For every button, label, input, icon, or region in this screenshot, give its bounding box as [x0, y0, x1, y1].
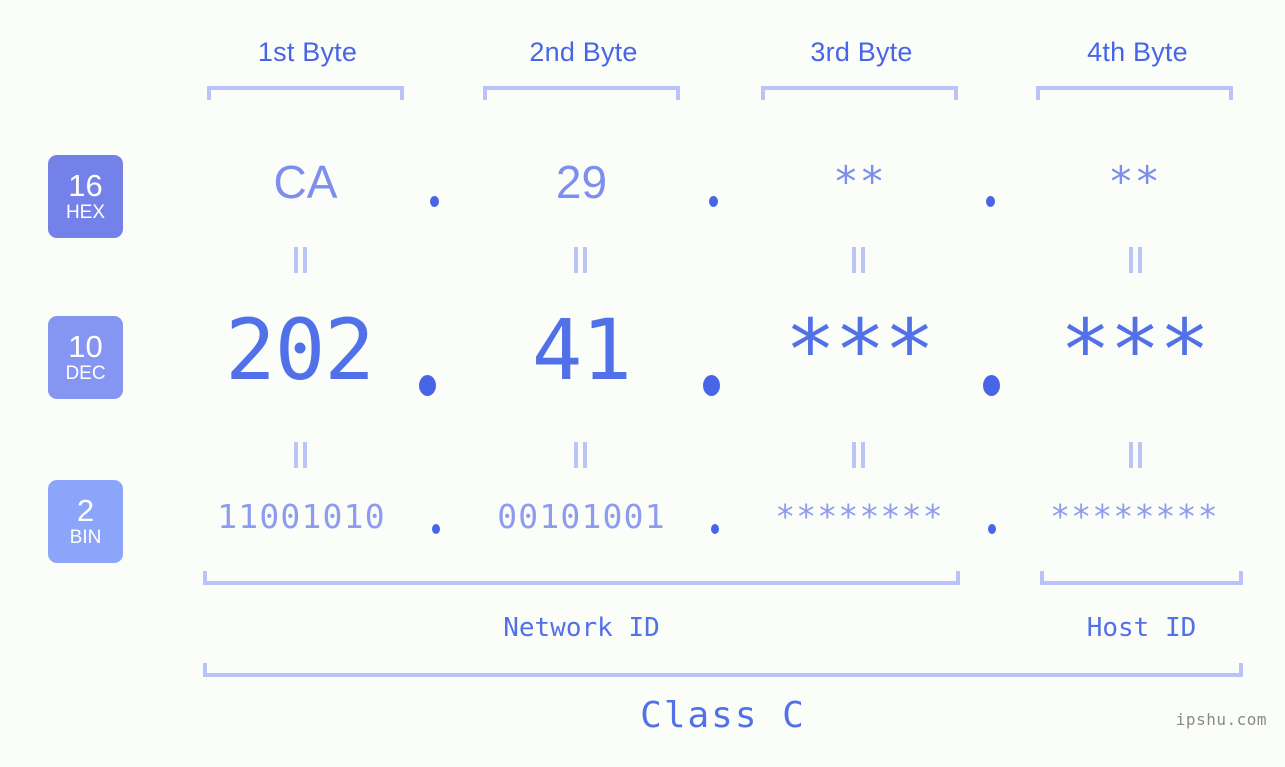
byte-header-1: 1st Byte [257, 37, 358, 67]
bin-byte-3: ******** [775, 497, 944, 536]
byte-bracket-1 [207, 86, 404, 100]
hex-byte-2: 29 [555, 156, 608, 208]
equals-mark-dec-bin-4 [1128, 442, 1144, 468]
base-badge-bin: 2 BIN [48, 480, 123, 563]
base-badge-hex-label: HEX [65, 202, 106, 223]
byte-header-2: 2nd Byte [529, 37, 638, 67]
equals-mark-hex-dec-3 [851, 247, 867, 273]
byte-bracket-2 [483, 86, 680, 100]
base-badge-bin-label: BIN [69, 527, 102, 548]
base-badge-dec-label: DEC [65, 363, 106, 384]
base-badge-dec: 10 DEC [48, 316, 123, 399]
network-id-bracket [203, 571, 960, 585]
site-watermark: ipshu.com [1175, 710, 1267, 729]
byte-header-3: 3rd Byte [810, 37, 913, 67]
hex-byte-1: CA [273, 156, 338, 208]
dec-separator-dot-3 [983, 375, 1000, 396]
dec-byte-2: 41 [531, 301, 632, 399]
dec-byte-3: *** [785, 301, 935, 399]
hex-separator-dot-2 [709, 196, 718, 207]
class-bracket [203, 663, 1243, 677]
bin-separator-dot-3 [988, 524, 996, 534]
byte-bracket-4 [1036, 86, 1233, 100]
base-badge-hex: 16 HEX [48, 155, 123, 238]
equals-mark-hex-dec-4 [1128, 247, 1144, 273]
class-label: Class C [640, 695, 806, 736]
equals-mark-dec-bin-1 [293, 442, 309, 468]
bin-separator-dot-2 [711, 524, 719, 534]
network-id-label: Network ID [503, 613, 660, 643]
base-badge-hex-number: 16 [68, 168, 103, 203]
bin-byte-1: 11001010 [217, 497, 386, 536]
host-id-label: Host ID [1086, 613, 1197, 643]
bin-separator-dot-1 [432, 524, 440, 534]
dec-byte-1: 202 [225, 301, 375, 399]
dec-separator-dot-1 [419, 375, 436, 396]
equals-mark-hex-dec-1 [293, 247, 309, 273]
equals-mark-dec-bin-3 [851, 442, 867, 468]
bin-byte-2: 00101001 [497, 497, 666, 536]
dec-separator-dot-2 [703, 375, 720, 396]
bin-byte-4: ******** [1050, 497, 1219, 536]
hex-byte-3: ** [833, 157, 886, 206]
base-badge-dec-number: 10 [68, 329, 103, 364]
equals-mark-hex-dec-2 [573, 247, 589, 273]
equals-mark-dec-bin-2 [573, 442, 589, 468]
host-id-bracket [1040, 571, 1243, 585]
base-badge-bin-number: 2 [76, 493, 95, 528]
ip-address-breakdown-diagram: 1st Byte 2nd Byte 3rd Byte 4th Byte 16 H… [0, 0, 1285, 767]
hex-byte-4: ** [1108, 157, 1161, 206]
dec-byte-4: *** [1060, 301, 1210, 399]
byte-header-4: 4th Byte [1087, 37, 1188, 67]
byte-bracket-3 [761, 86, 958, 100]
hex-separator-dot-3 [986, 196, 995, 207]
hex-separator-dot-1 [430, 196, 439, 207]
